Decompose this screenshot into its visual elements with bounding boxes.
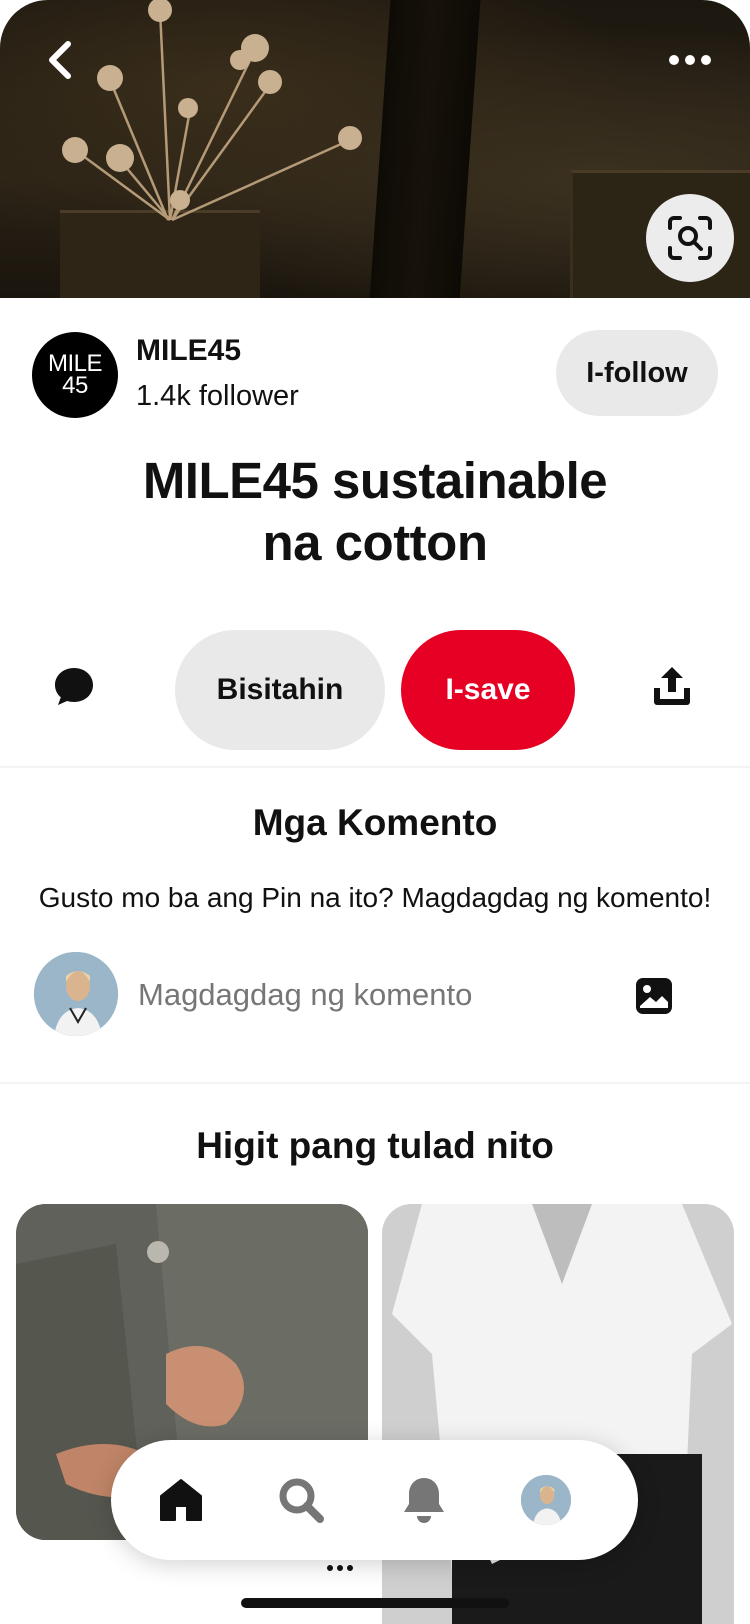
more-like-this-heading: Higit pang tulad nito xyxy=(196,1125,554,1166)
creator-row: MILE 45 MILE45 1.4k follower I-follow xyxy=(32,330,718,418)
pin-title: MILE45 sustainable na cotton xyxy=(60,450,690,574)
more-options-button[interactable] xyxy=(660,38,720,82)
comments-heading: Mga Komento xyxy=(252,802,498,843)
share-upload-icon xyxy=(654,667,690,705)
pin-title-line2: na cotton xyxy=(262,514,488,571)
ellipsis-icon xyxy=(669,55,711,65)
ellipsis-icon xyxy=(327,1565,353,1571)
visual-search-icon xyxy=(668,216,712,260)
back-button[interactable] xyxy=(36,36,84,84)
image-icon xyxy=(636,978,672,1014)
creator-logo-avatar[interactable]: MILE 45 xyxy=(32,332,118,418)
nav-profile[interactable] xyxy=(516,1470,576,1530)
related-pin-image xyxy=(382,1204,734,1624)
follow-button[interactable]: I-follow xyxy=(556,330,718,416)
visit-button[interactable]: Bisitahin xyxy=(175,630,385,750)
home-icon xyxy=(160,1479,202,1521)
user-avatar[interactable] xyxy=(34,952,118,1036)
pin-hero-image[interactable] xyxy=(0,0,750,298)
bell-icon xyxy=(404,1478,444,1523)
creator-name[interactable]: MILE45 xyxy=(136,334,241,368)
logo-text-line2: 45 xyxy=(62,372,88,399)
visual-search-button[interactable] xyxy=(646,194,734,282)
share-button[interactable] xyxy=(650,664,698,712)
nav-notifications[interactable] xyxy=(394,1470,454,1530)
speech-bubble-icon xyxy=(55,668,93,705)
add-photo-button[interactable] xyxy=(634,976,676,1018)
section-divider xyxy=(0,1082,750,1084)
follower-count: 1.4k follower xyxy=(136,380,299,412)
comment-button[interactable] xyxy=(52,664,100,712)
save-button[interactable]: I-save xyxy=(401,630,575,750)
section-divider xyxy=(0,766,750,768)
profile-avatar-image xyxy=(521,1475,571,1525)
pin-title-line1: MILE45 sustainable xyxy=(142,452,608,509)
jacket-lapel xyxy=(368,0,482,298)
dried-flowers-illustration xyxy=(62,0,362,222)
profile-avatar xyxy=(521,1475,571,1525)
home-indicator xyxy=(241,1598,509,1608)
user-avatar-image xyxy=(34,952,118,1036)
related-pin-more-button[interactable] xyxy=(320,1558,360,1578)
bottom-navigation xyxy=(111,1440,638,1560)
comment-input[interactable] xyxy=(138,970,608,1020)
search-icon xyxy=(279,1478,324,1523)
nav-home[interactable] xyxy=(151,1470,211,1530)
nav-search[interactable] xyxy=(271,1470,331,1530)
related-pin-card[interactable] xyxy=(382,1204,734,1624)
chevron-left-icon xyxy=(49,41,71,79)
comments-prompt: Gusto mo ba ang Pin na ito? Magdagdag ng… xyxy=(38,882,712,913)
